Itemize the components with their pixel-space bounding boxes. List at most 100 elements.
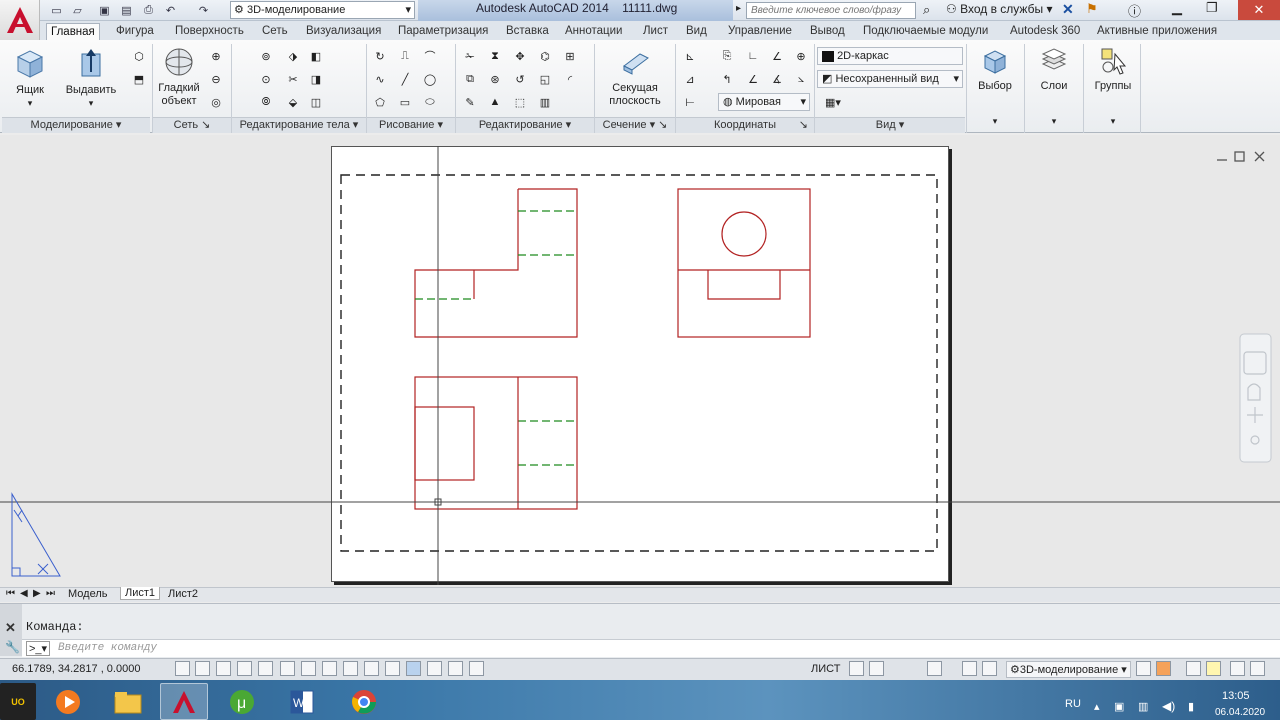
quick-view-layouts-icon[interactable] [849,661,864,676]
polyline-icon[interactable]: ⎍ [396,47,414,65]
extrude-button[interactable]: Выдавить ▾ [62,46,120,110]
lineweight-icon[interactable] [385,661,400,676]
front-view[interactable] [414,188,578,338]
toolbar-lock-icon[interactable] [1136,661,1151,676]
3d-move-icon[interactable]: ✥ [511,47,529,65]
ucs-world-icon[interactable]: ⊕ [792,47,810,65]
rotate-icon[interactable]: ↺ [511,70,529,88]
3d-mirror-icon[interactable]: ⧗ [486,47,504,65]
ducs-icon[interactable] [343,661,358,676]
copy-icon[interactable]: ▲ [486,93,504,111]
annotation-monitor-icon[interactable] [469,661,484,676]
language-indicator[interactable]: RU [1065,698,1081,710]
save-icon[interactable]: ▣ [96,2,113,18]
quick-view-drawings-icon[interactable] [869,661,884,676]
first-layout-icon[interactable]: ⏮ [6,588,15,599]
section-plane-button[interactable]: Секущая плоскость [600,46,670,108]
stretch-icon[interactable]: ⬚ [511,93,529,111]
fillet-icon[interactable]: ◜ [561,70,579,88]
tab-model[interactable]: Модель [68,588,107,600]
union-icon[interactable]: ⊚ [257,47,275,65]
tab-autodesk360[interactable]: Autodesk 360 [1006,23,1084,41]
workspace-dropdown[interactable]: 3D-моделирование ▾ ⚙ [230,1,415,19]
clean-screen-icon[interactable] [1250,661,1265,676]
volume-icon[interactable]: ◀) [1162,699,1175,713]
status-menu-icon[interactable] [1230,661,1245,676]
offset-icon[interactable]: ⧉ [461,70,479,88]
panel-view[interactable]: Вид ▾ [815,117,965,133]
polygon-icon[interactable]: ⬠ [371,93,389,111]
binoculars-icon[interactable]: ⌕ [923,2,930,18]
erase-icon[interactable]: ✎ [461,93,479,111]
clock-time[interactable]: 13:05 [1222,690,1250,702]
annotation-visibility-icon[interactable] [982,661,997,676]
ucs-y-icon[interactable]: ∡ [768,70,786,88]
ucs-z-icon[interactable]: ⦣ [792,70,810,88]
workspace-switch[interactable]: ⚙3D-моделирование ▾ [1006,661,1131,678]
subtract-icon[interactable]: ⊙ [257,70,275,88]
undo-icon[interactable]: ↶ [162,2,179,18]
open-icon[interactable]: ▱ [69,2,86,18]
ortho-icon[interactable] [237,661,252,676]
tray-app-icon[interactable]: ▣ [1114,700,1124,713]
3d-rotate-icon[interactable]: ⊛ [486,70,504,88]
tab-shape[interactable]: Фигура [112,23,158,41]
annotation-scale-icon[interactable] [962,661,977,676]
word-icon[interactable]: W [278,683,326,720]
wrench-icon[interactable]: 🔧 [5,640,20,654]
viewport-config-icon[interactable]: ▦▾ [818,93,848,111]
dyn-icon[interactable] [364,661,379,676]
panel-mesh[interactable]: Сеть ↘ [153,117,231,133]
ucs-icon-toggle[interactable]: ⊢ [681,93,699,111]
signin-button[interactable]: ⚇ Вход в службы ▾ [946,2,1052,16]
start-button[interactable]: UO [0,683,36,720]
connect-icon[interactable]: ⚑ [1086,1,1098,17]
intersect-icon[interactable]: ⦾ [257,93,275,111]
plot-icon[interactable]: ⎙ [140,2,157,18]
separate-icon[interactable]: ◨ [307,70,325,88]
chrome-icon[interactable] [340,683,388,720]
tab-manage[interactable]: Управление [724,23,796,41]
panel-solid-edit[interactable]: Редактирование тела ▾ [232,117,366,133]
close-icon[interactable]: ✕ [5,620,16,636]
ucs-dropdown[interactable]: ◍ Мировая ▾ [718,93,810,111]
coordinates-readout[interactable]: 66.1789, 34.2817 , 0.0000 [12,663,140,675]
ucs-previous-icon[interactable]: ↰ [718,70,736,88]
slice-icon[interactable]: ✂ [284,70,302,88]
ucs-origin-icon[interactable]: ∟ [744,47,762,65]
isolate-objects-icon[interactable] [1186,661,1201,676]
tab-render[interactable]: Визуализация [302,23,385,41]
ellipse-icon[interactable]: ⬭ [421,93,439,111]
ucs-view-icon[interactable]: ∠ [744,70,762,88]
ucs-face-icon[interactable]: ⊿ [681,70,699,88]
trim-icon[interactable]: ✁ [461,47,479,65]
maximize-viewport-icon[interactable] [927,661,942,676]
tab-layout2[interactable]: Лист2 [168,588,198,600]
exchange-icon[interactable]: ✕ [1062,1,1074,18]
polysolid-icon[interactable]: ⬡ [130,47,148,65]
ucs-x-icon[interactable]: ∠ [768,47,786,65]
infer-constraints-icon[interactable] [175,661,190,676]
tab-insert[interactable]: Вставка [502,23,553,41]
helix-icon[interactable]: ↻ [371,47,389,65]
presspull-icon[interactable]: ⬒ [130,70,148,88]
tab-parametric[interactable]: Параметризация [394,23,492,41]
otrack-icon[interactable] [322,661,337,676]
quick-properties-icon[interactable] [427,661,442,676]
paper-space-toggle[interactable]: ЛИСТ [811,663,840,675]
transparency-icon[interactable] [406,661,421,676]
tab-mesh[interactable]: Сеть [258,23,292,41]
tab-surface[interactable]: Поверхность [171,23,248,41]
tab-addins[interactable]: Подключаемые модули [859,23,992,41]
tab-active-apps[interactable]: Активные приложения [1093,23,1221,41]
tab-layout1[interactable]: Лист1 [120,587,161,600]
arc-icon[interactable]: ⌒ [421,47,439,65]
expand-icon[interactable]: ▸ [736,3,741,14]
next-layout-icon[interactable]: ▶ [33,588,41,599]
command-input-row[interactable]: >_▾ Введите команду [22,639,1280,657]
help-icon[interactable]: ⓘ [1128,1,1141,20]
media-player-icon[interactable] [44,683,92,720]
shell-icon[interactable]: ◫ [307,93,325,111]
command-input[interactable]: Введите команду [58,642,157,654]
visual-style-dropdown[interactable]: 2D-каркас [817,47,963,65]
